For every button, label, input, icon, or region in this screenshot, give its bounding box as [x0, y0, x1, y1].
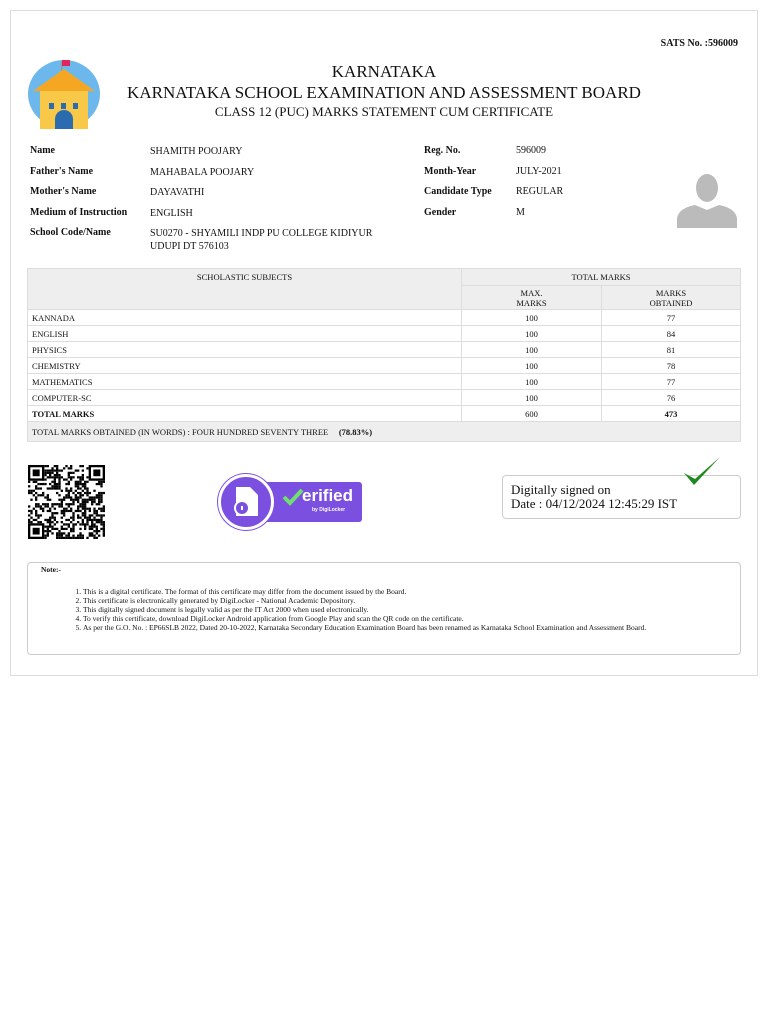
field-label: Name: [30, 145, 55, 156]
table-row: COMPUTER-SC 100 76: [27, 389, 741, 406]
marks-in-words-row: TOTAL MARKS OBTAINED (IN WORDS) : FOUR H…: [27, 421, 741, 442]
header-marks-obtained: MARKS OBTAINED: [601, 285, 741, 310]
sats-number: SATS No. :596009: [660, 38, 738, 49]
field-value: SU0270 - SHYAMILI INDP PU COLLEGE KIDIYU…: [150, 228, 373, 252]
note-item: This is a digital certificate. The forma…: [83, 587, 723, 596]
subject: PHYSICS: [27, 341, 462, 358]
board-title: KARNATAKA SCHOOL EXAMINATION AND ASSESSM…: [127, 83, 641, 102]
table-row: KANNADA 100 77: [27, 309, 741, 326]
avatar-placeholder-icon: [677, 174, 737, 228]
header-subjects: SCHOLASTIC SUBJECTS: [27, 268, 462, 310]
max-marks: 100: [461, 389, 602, 406]
qr-code-icon[interactable]: [28, 465, 105, 539]
digilocker-verified-badge: erified by DigiLocker: [218, 474, 362, 530]
field-value: M: [516, 206, 525, 218]
header-max-marks: MAX. MARKS: [461, 285, 602, 310]
field-value: MAHABALA POOJARY: [150, 166, 255, 178]
marks-obtained: 78: [601, 357, 741, 374]
certificate-title: CLASS 12 (PUC) MARKS STATEMENT CUM CERTI…: [214, 104, 554, 119]
notes-box: Note:- This is a digital certificate. Th…: [27, 562, 741, 655]
marks-in-words: TOTAL MARKS OBTAINED (IN WORDS) : FOUR H…: [32, 426, 329, 437]
check-icon: [282, 488, 304, 506]
max-marks: 100: [461, 325, 602, 342]
state-title: KARNATAKA: [331, 62, 437, 81]
table-row: PHYSICS 100 81: [27, 341, 741, 358]
field-label: Candidate Type: [424, 186, 492, 197]
table-row: ENGLISH 100 84: [27, 325, 741, 342]
subject: CHEMISTRY: [27, 357, 462, 374]
document-cloud-icon: [234, 487, 258, 516]
max-marks: 100: [461, 341, 602, 358]
header-total-marks: TOTAL MARKS: [461, 268, 741, 286]
field-value: JULY-2021: [516, 165, 562, 177]
max-marks: 100: [461, 373, 602, 390]
table-row: CHEMISTRY 100 78: [27, 357, 741, 374]
note-item: As per the G.O. No. : EP66SLB 2022, Date…: [83, 623, 723, 632]
max-marks: 100: [461, 357, 602, 374]
subject: MATHEMATICS: [27, 373, 462, 390]
field-value: SHAMITH POOJARY: [150, 146, 243, 157]
subject: ENGLISH: [27, 325, 462, 342]
note-item: This certificate is electronically gener…: [83, 596, 723, 605]
marks-obtained: 77: [601, 373, 741, 390]
table-row: MATHEMATICS 100 77: [27, 373, 741, 390]
subject: COMPUTER-SC: [27, 389, 462, 406]
marks-obtained: 77: [601, 309, 741, 326]
field-value: ENGLISH: [150, 207, 193, 219]
field-label: Father's Name: [30, 165, 94, 177]
signature-valid-check-icon: [684, 457, 720, 485]
marks-table: SCHOLASTIC SUBJECTS TOTAL MARKS MAX. MARKS…: [27, 268, 741, 442]
marks-obtained: 84: [601, 325, 741, 342]
note-item: To verify this certificate, download Dig…: [83, 614, 723, 623]
field-label: Reg. No.: [424, 145, 461, 156]
field-value: DAYAVATHI: [150, 187, 205, 198]
note-item: This digitally signed document is legall…: [83, 605, 723, 614]
field-value: REGULAR: [516, 186, 564, 197]
field-label: Mother's Name: [30, 186, 97, 197]
field-label: Gender: [424, 206, 457, 218]
max-marks: 100: [461, 309, 602, 326]
subject: KANNADA: [27, 309, 462, 326]
field-label: Medium of Instruction: [30, 206, 128, 218]
percentage: (78.83%): [338, 426, 373, 437]
field-value: 596009: [516, 145, 546, 156]
total-row: TOTAL MARKS 600 473: [27, 405, 741, 422]
field-label: School Code/Name: [30, 227, 111, 238]
marks-obtained: 81: [601, 341, 741, 358]
marks-obtained: 76: [601, 389, 741, 406]
field-label: Month-Year: [424, 165, 477, 177]
